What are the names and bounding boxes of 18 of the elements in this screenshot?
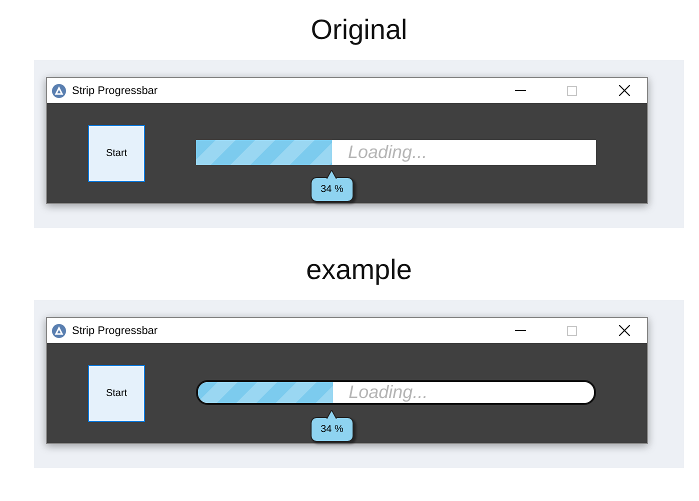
- start-button[interactable]: Start: [88, 365, 145, 422]
- close-icon: [618, 85, 630, 96]
- section-heading: example: [306, 254, 412, 286]
- section-heading: Original: [310, 14, 408, 46]
- maximize-icon: [567, 326, 577, 336]
- window-title: Strip Progressbar: [72, 84, 159, 96]
- maximize-icon: [567, 86, 577, 96]
- app-icon: [52, 324, 66, 338]
- window-title: Strip Progressbar: [72, 324, 159, 336]
- progress-placeholder: Loading...: [347, 142, 428, 163]
- app-icon: [52, 84, 66, 98]
- close-icon: [618, 325, 630, 336]
- start-button[interactable]: Start: [88, 125, 145, 182]
- tooltip-pointer: [327, 170, 337, 179]
- progress-placeholder: Loading...: [348, 382, 428, 403]
- minimize-icon: [514, 330, 526, 331]
- minimize-icon: [514, 90, 526, 91]
- tooltip-pointer: [327, 410, 337, 419]
